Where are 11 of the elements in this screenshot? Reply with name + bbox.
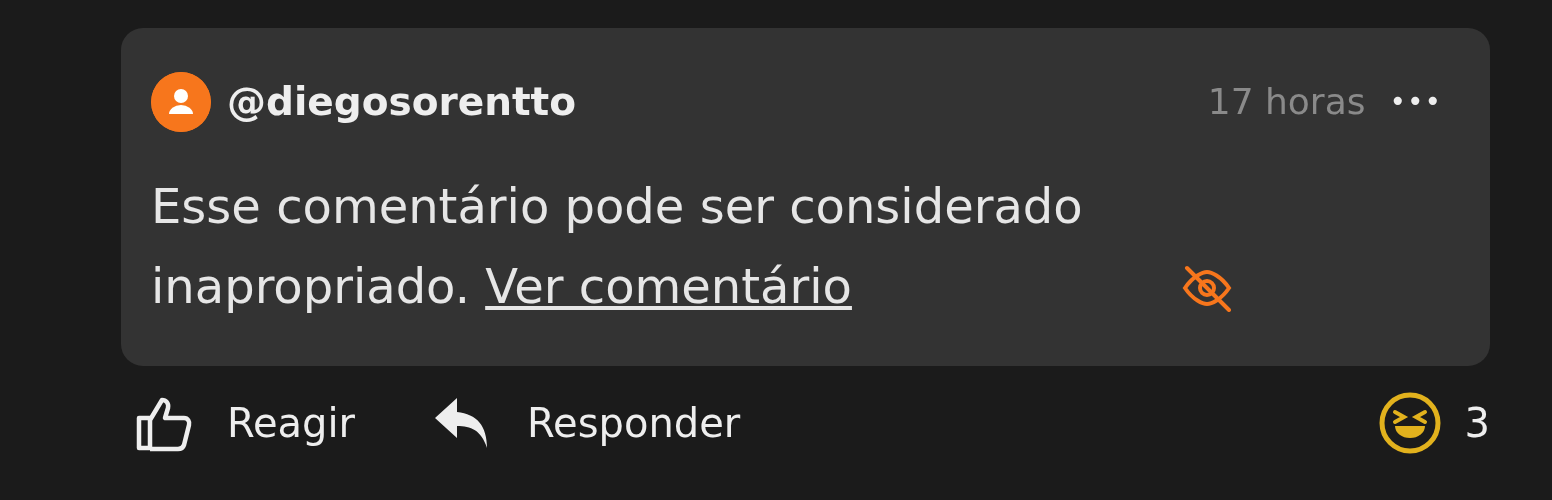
reply-button[interactable]: Responder: [431, 393, 741, 453]
reaction-count: 3: [1464, 399, 1490, 448]
avatar-icon: [151, 72, 211, 132]
username[interactable]: @diegosorentto: [227, 72, 576, 132]
more-button[interactable]: •••: [1389, 81, 1442, 123]
view-comment-link[interactable]: Ver comentário: [485, 258, 852, 314]
timestamp: 17 horas: [1207, 80, 1366, 124]
react-button[interactable]: Reagir: [135, 393, 356, 453]
eye-slash-icon: [1181, 264, 1233, 312]
comment-text: Esse comentário pode ser considerado inapropriado. Ver comentário: [151, 177, 1084, 316]
laughing-emoji-icon[interactable]: [1378, 392, 1441, 454]
